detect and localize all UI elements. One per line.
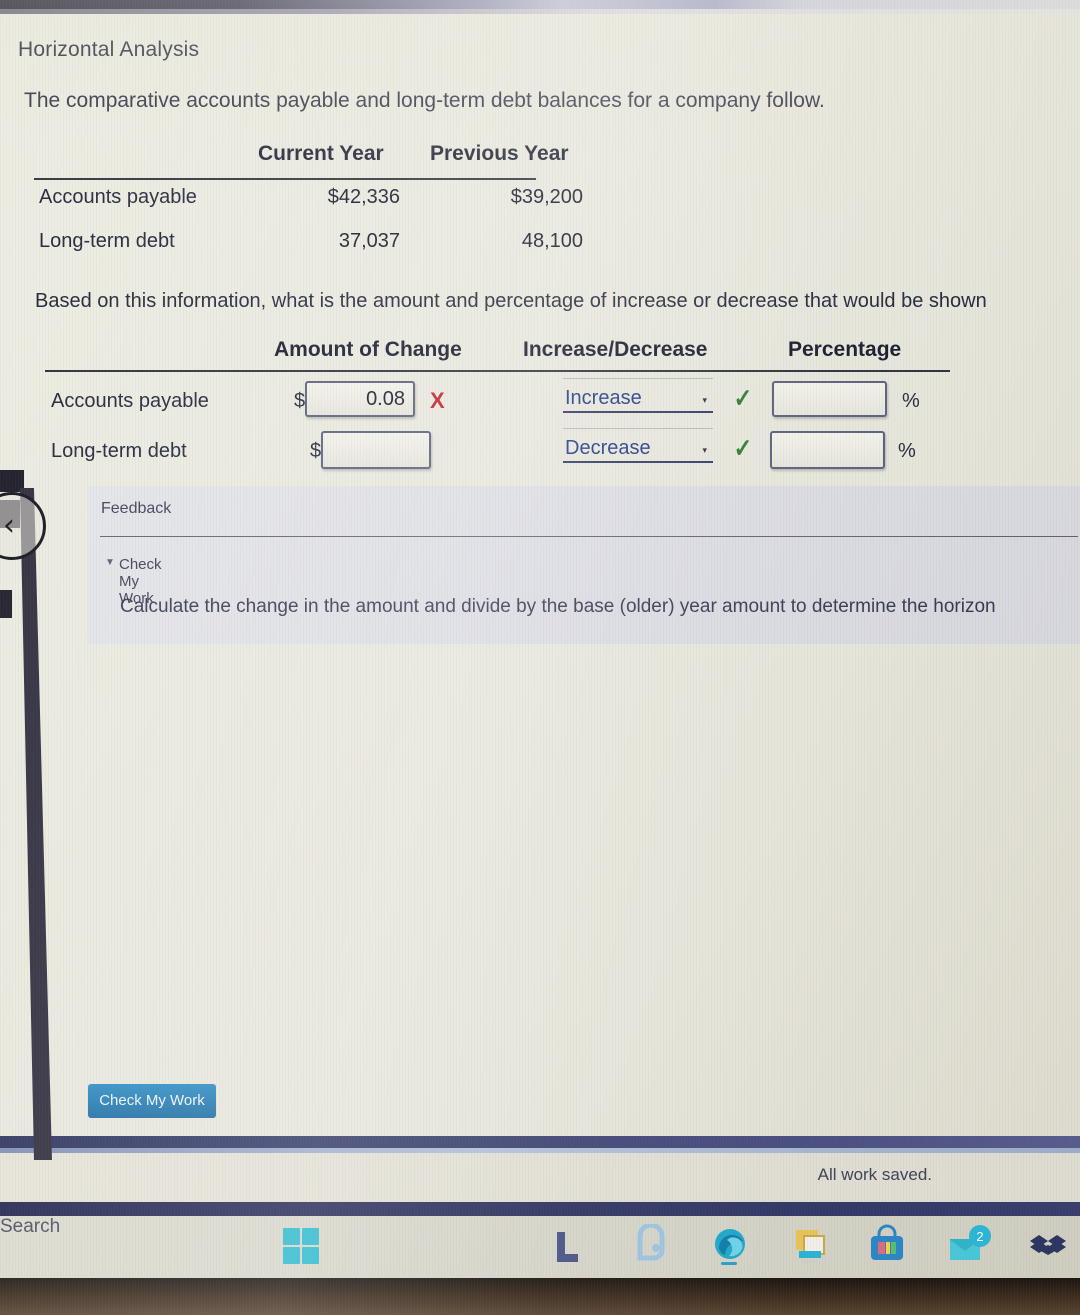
balances-table-header: Current Year Previous Year (30, 132, 660, 180)
question-text: Based on this information, what is the a… (35, 290, 987, 312)
desk-surface (0, 1278, 1080, 1315)
incorrect-mark-icon: X (430, 388, 445, 413)
percentage-input-long-term-debt[interactable] (770, 431, 885, 469)
table-row: Accounts payable $ X Increase ▾ ✓ % (40, 378, 1040, 428)
direction-select-long-term-debt[interactable]: Decrease (563, 437, 713, 463)
direction-select-wrapper-long-term-debt[interactable]: Decrease ▾ (563, 428, 713, 463)
save-status-text: All work saved. (817, 1165, 932, 1184)
amount-of-change-input-accounts-payable[interactable] (305, 381, 415, 417)
table-row: Long-term debt $ Decrease ▾ ✓ % (40, 428, 1040, 478)
direction-select-accounts-payable[interactable]: Increase (563, 387, 713, 413)
amount-of-change-input-long-term-debt[interactable] (321, 431, 431, 469)
cell-long-term-debt-previous: 48,100 (521, 230, 583, 252)
direction-select-wrapper-accounts-payable[interactable]: Increase ▾ (563, 378, 713, 413)
column-header-amount-of-change: Amount of Change (274, 338, 462, 361)
cell-accounts-payable-previous: $39,200 (510, 186, 583, 208)
file-explorer-icon[interactable] (551, 1224, 585, 1268)
chevron-left-icon: ‹ (3, 508, 15, 543)
assignment-page: Horizontal Analysis The comparative acco… (0, 14, 1080, 1138)
balances-table: Current Year Previous Year Accounts paya… (30, 132, 660, 260)
column-header-previous-year: Previous Year (430, 142, 569, 165)
select-top-edge (563, 378, 713, 379)
column-header-current-year: Current Year (258, 142, 384, 165)
intro-text: The comparative accounts payable and lon… (24, 89, 825, 112)
percentage-input-accounts-payable[interactable] (772, 381, 887, 417)
column-header-increase-decrease: Increase/Decrease (523, 338, 708, 361)
table-row: Accounts payable $42,336 $39,200 (30, 172, 660, 216)
windows-taskbar: Search 2 (0, 1216, 1080, 1278)
check-my-work-button-label: Check My Work (99, 1092, 205, 1109)
select-top-edge (563, 428, 713, 429)
table-rule (45, 370, 950, 372)
percent-symbol: % (902, 390, 920, 412)
divider-bar-highlight (0, 1148, 1080, 1153)
divider-bar-top (0, 1136, 1080, 1148)
cell-long-term-debt-current: 37,037 (338, 230, 400, 252)
row-label-accounts-payable: Accounts payable (51, 390, 209, 412)
check-my-work-button[interactable]: Check My Work (88, 1084, 216, 1118)
taskbar-search[interactable]: Search (0, 1216, 1080, 1238)
currency-symbol: $ (310, 440, 322, 462)
page-title: Horizontal Analysis (18, 38, 200, 61)
triangle-down-icon: ▼ (105, 557, 115, 568)
search-label: Search (0, 1216, 61, 1237)
correct-mark-icon: ✓ (733, 383, 753, 413)
percent-symbol: % (898, 440, 916, 462)
feedback-divider (100, 536, 1078, 537)
divider-bar-bottom (0, 1202, 1080, 1216)
currency-symbol: $ (294, 390, 306, 412)
table-row: Long-term debt 37,037 48,100 (30, 216, 660, 260)
cell-accounts-payable-current: $42,336 (327, 186, 400, 208)
row-label-long-term-debt: Long-term debt (39, 230, 175, 252)
row-label-accounts-payable: Accounts payable (39, 186, 197, 208)
mail-icon[interactable]: 2 (946, 1224, 994, 1268)
mail-badge-count: 2 (976, 1229, 983, 1244)
microsoft-store-icon[interactable] (866, 1224, 908, 1268)
row-label-long-term-debt: Long-term debt (51, 440, 187, 462)
correct-mark-icon: ✓ (733, 433, 753, 463)
column-header-percentage: Percentage (788, 338, 902, 361)
folder-icon[interactable] (790, 1224, 832, 1268)
feedback-panel: Feedback ▼ Check My Work Calculate the c… (88, 486, 1080, 644)
windows-start-icon[interactable] (283, 1224, 323, 1268)
teams-icon[interactable] (632, 1224, 670, 1268)
edge-icon[interactable] (710, 1224, 750, 1268)
screen-top-edge (0, 0, 1080, 9)
feedback-hint-text: Calculate the change in the amount and d… (120, 596, 996, 617)
dropbox-icon[interactable] (1028, 1224, 1072, 1268)
screen-top-edge-secondary (0, 9, 1080, 14)
feedback-title: Feedback (101, 500, 172, 517)
